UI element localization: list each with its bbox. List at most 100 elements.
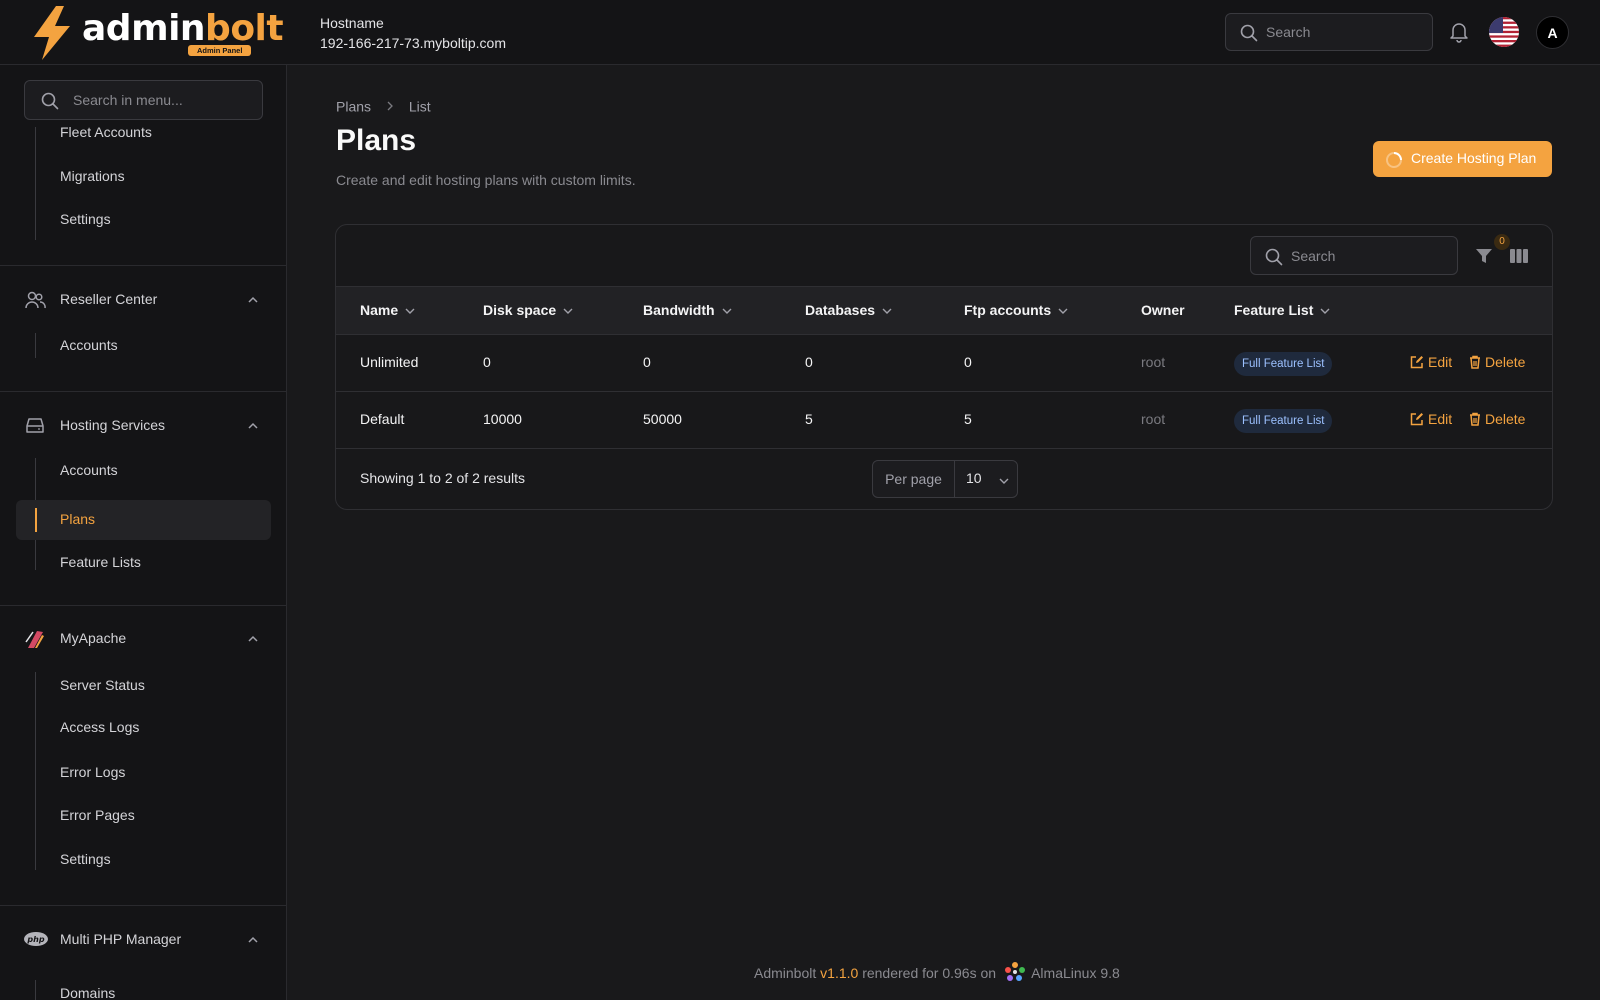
edit-button[interactable]: Edit	[1410, 354, 1452, 370]
table-row[interactable]: Unlimited 0 0 0 0 root Full Feature List…	[336, 335, 1552, 392]
divider	[0, 265, 286, 266]
sidebar-item-settings[interactable]: Settings	[16, 200, 271, 240]
column-header-owner: Owner	[1141, 302, 1185, 318]
plans-table-card: 0 Name Disk space Bandwidth Databases Ft…	[335, 224, 1553, 510]
global-search[interactable]	[1225, 13, 1433, 51]
feature-list-badge: Full Feature List	[1234, 352, 1333, 376]
sidebar-group-myapache[interactable]: MyApache	[16, 619, 271, 659]
chevron-down-icon	[1320, 308, 1330, 315]
sidebar-item-reseller-accounts[interactable]: Accounts	[16, 326, 271, 366]
edit-icon	[1410, 413, 1423, 426]
sidebar-item-plans[interactable]: Plans	[16, 500, 271, 540]
chevron-down-icon	[999, 478, 1009, 484]
sidebar-item-access-logs[interactable]: Access Logs	[16, 708, 271, 748]
feature-list-badge: Full Feature List	[1234, 409, 1333, 433]
delete-button[interactable]: Delete	[1469, 411, 1525, 427]
php-icon: php	[24, 932, 48, 946]
sidebar-item-error-pages[interactable]: Error Pages	[16, 796, 271, 836]
breadcrumb: Plans List	[336, 97, 431, 114]
cell-name: Unlimited	[360, 354, 419, 370]
column-header-ftp-accounts[interactable]: Ftp accounts	[964, 302, 1069, 318]
cell-owner: root	[1141, 411, 1166, 427]
menu-search-input[interactable]	[73, 81, 253, 119]
cell-disk-space: 10000	[483, 411, 522, 427]
sidebar-item-domains[interactable]: Domains	[16, 974, 271, 1000]
sidebar-item-feature-lists[interactable]: Feature Lists	[16, 543, 271, 583]
sidebar-group-multi-php-manager[interactable]: php Multi PHP Manager	[16, 920, 271, 960]
server-icon	[26, 418, 44, 433]
search-icon	[41, 92, 59, 110]
cell-disk-space: 0	[483, 354, 491, 370]
chevron-down-icon	[563, 308, 573, 315]
table-header: Name Disk space Bandwidth Databases Ftp …	[336, 286, 1552, 335]
footer-product: Adminbolt	[754, 965, 817, 981]
menu-search[interactable]	[24, 80, 263, 120]
bell-icon[interactable]	[1449, 21, 1469, 43]
cell-databases: 5	[805, 411, 813, 427]
chevron-down-icon	[882, 308, 892, 315]
user-avatar[interactable]: A	[1536, 16, 1569, 49]
us-flag-icon[interactable]	[1489, 17, 1519, 47]
table-search-input[interactable]	[1291, 237, 1451, 274]
sidebar-item-error-logs[interactable]: Error Logs	[16, 753, 271, 793]
footer-version[interactable]: v1.1.0	[820, 965, 858, 981]
cell-name: Default	[360, 411, 405, 427]
chevron-up-icon	[248, 296, 258, 303]
trash-icon	[1470, 412, 1480, 426]
column-header-bandwidth[interactable]: Bandwidth	[643, 302, 733, 318]
sidebar-item-server-status[interactable]: Server Status	[16, 666, 271, 706]
edit-icon	[1410, 356, 1423, 369]
chevron-up-icon	[248, 936, 258, 943]
chevron-up-icon	[248, 422, 258, 429]
global-search-input[interactable]	[1266, 14, 1426, 50]
cell-bandwidth: 0	[643, 354, 651, 370]
cell-bandwidth: 50000	[643, 411, 682, 427]
almalinux-logo-icon	[1004, 962, 1025, 981]
divider	[0, 605, 286, 606]
sidebar-item-settings[interactable]: Settings	[16, 840, 271, 880]
page-title: Plans	[336, 124, 417, 157]
search-icon	[1265, 248, 1283, 266]
users-icon	[25, 291, 46, 309]
chevron-down-icon	[405, 308, 415, 315]
chevron-right-icon	[387, 101, 393, 111]
sidebar-item-hosting-accounts[interactable]: Accounts	[16, 451, 271, 491]
hostname-label: Hostname	[320, 15, 384, 31]
filter-count-badge: 0	[1494, 234, 1510, 250]
bolt-icon	[34, 6, 70, 60]
per-page-select[interactable]: Per page 10	[872, 460, 1018, 498]
columns-icon[interactable]	[1510, 248, 1528, 264]
delete-button[interactable]: Delete	[1469, 354, 1525, 370]
filter-icon[interactable]	[1475, 247, 1493, 265]
breadcrumb-plans[interactable]: Plans	[336, 98, 371, 114]
svg-text:php: php	[26, 935, 44, 944]
logo-badge: Admin Panel	[188, 45, 252, 56]
footer: Adminbolt v1.1.0 rendered for 0.96s on A…	[754, 961, 1120, 983]
cell-ftp-accounts: 5	[964, 411, 972, 427]
column-header-feature-list[interactable]: Feature List	[1234, 302, 1331, 318]
footer-os: AlmaLinux 9.8	[1031, 965, 1120, 981]
table-search[interactable]	[1250, 236, 1458, 275]
hostname-block: Hostname 192-166-217-73.myboltip.com	[320, 13, 506, 53]
trash-icon	[1470, 355, 1480, 369]
apache-feather-icon	[25, 631, 44, 648]
column-header-databases[interactable]: Databases	[805, 302, 893, 318]
sidebar-group-hosting-services[interactable]: Hosting Services	[16, 406, 271, 446]
search-icon	[1240, 24, 1258, 42]
sidebar-item-migrations[interactable]: Migrations	[16, 157, 271, 197]
cell-owner: root	[1141, 354, 1166, 370]
chevron-down-icon	[1058, 308, 1068, 315]
breadcrumb-list: List	[408, 98, 431, 115]
column-header-disk-space[interactable]: Disk space	[483, 302, 574, 318]
sidebar-group-reseller-center[interactable]: Reseller Center	[16, 280, 271, 320]
edit-button[interactable]: Edit	[1410, 411, 1452, 427]
adminbolt-logo[interactable]: adminbolt Admin Panel	[30, 6, 284, 62]
per-page-value: 10	[966, 470, 982, 486]
loading-spinner-icon	[1386, 152, 1402, 168]
cell-databases: 0	[805, 354, 813, 370]
per-page-label: Per page	[873, 461, 955, 497]
page-subtitle: Create and edit hosting plans with custo…	[336, 172, 636, 188]
column-header-name[interactable]: Name	[360, 302, 416, 318]
create-hosting-plan-button[interactable]: Create Hosting Plan	[1373, 141, 1552, 177]
table-row[interactable]: Default 10000 50000 5 5 root Full Featur…	[336, 392, 1552, 449]
